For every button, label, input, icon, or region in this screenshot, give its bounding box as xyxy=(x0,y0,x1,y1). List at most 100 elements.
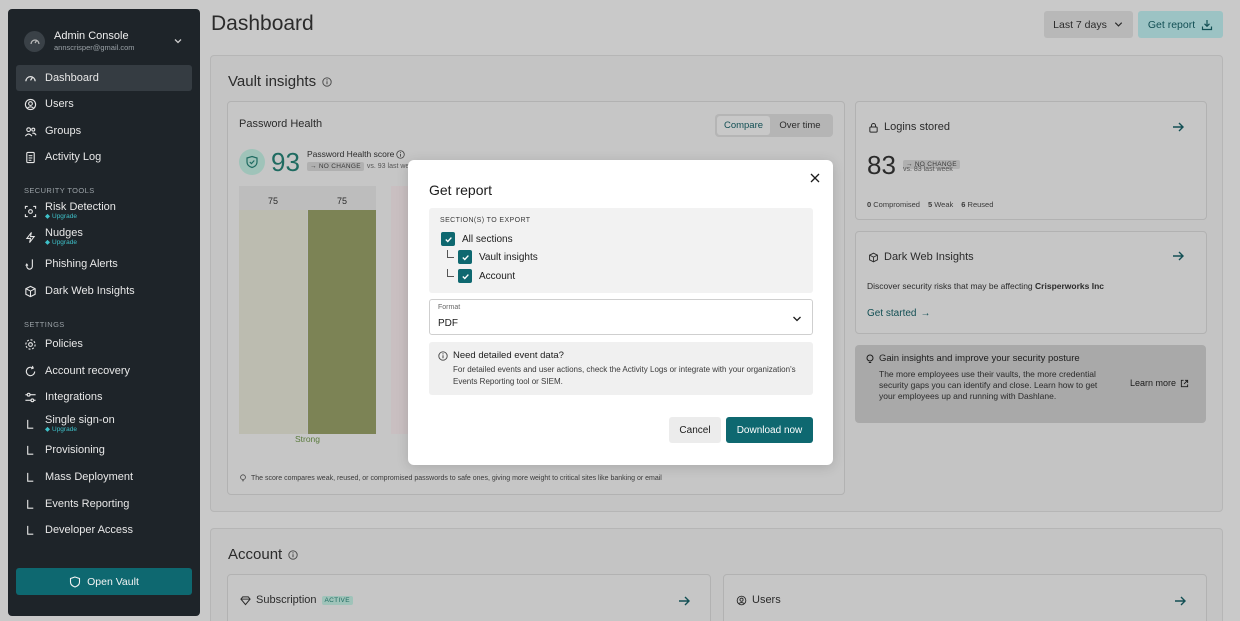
users-card[interactable]: Users xyxy=(723,574,1207,621)
sidebar-item-integrations[interactable]: Integrations xyxy=(16,384,192,410)
check-icon xyxy=(444,236,452,242)
subscription-card[interactable]: Subscription ACTIVE xyxy=(227,574,711,621)
info-icon[interactable] xyxy=(396,149,406,159)
sidebar-item-label: Phishing Alerts xyxy=(45,258,118,270)
subscription-label: Subscription xyxy=(256,594,317,606)
learn-more-link[interactable]: Learn more xyxy=(1130,378,1189,388)
sidebar-item-users[interactable]: Users xyxy=(16,91,192,117)
sidebar-item-groups[interactable]: Groups xyxy=(16,118,192,144)
sidebar-item-account-recovery[interactable]: Account recovery xyxy=(16,358,192,384)
dialog-title: Get report xyxy=(429,182,493,198)
weak-count: 5 xyxy=(927,200,933,209)
bar-category-label: Strong xyxy=(294,434,321,444)
account-title-text: Account xyxy=(228,546,283,563)
password-health-footnote: The score compares weak, reused, or comp… xyxy=(239,474,662,482)
sidebar-item-mass-deployment[interactable]: Mass Deployment xyxy=(16,464,192,490)
date-range-label: Last 7 days xyxy=(1053,18,1107,31)
settings-heading: SETTINGS xyxy=(24,320,65,329)
reused-count: 6 xyxy=(961,200,966,209)
sidebar-item-policies[interactable]: Policies xyxy=(16,331,192,357)
arrow-right-icon[interactable] xyxy=(1173,594,1187,608)
sidebar: Admin Console annscrisper@gmail.com Dash… xyxy=(8,9,200,616)
sidebar-item-nudges[interactable]: Nudges ◆ Upgrade xyxy=(16,224,192,250)
upgrade-badge[interactable]: ◆ Upgrade xyxy=(45,213,116,221)
users-title: Users xyxy=(736,594,781,606)
compromised-stat: 0 Compromised xyxy=(867,200,920,209)
sidebar-item-dark-web-insights[interactable]: Dark Web Insights xyxy=(16,278,192,304)
account-title: Account xyxy=(228,546,298,563)
account-email: annscrisper@gmail.com xyxy=(54,43,135,52)
cancel-button[interactable]: Cancel xyxy=(669,417,721,443)
diamond-icon: ◆ xyxy=(45,426,50,433)
vault-insights-checkbox[interactable] xyxy=(458,250,472,264)
get-report-button[interactable]: Get report xyxy=(1138,11,1223,38)
company-name: Crisperworks Inc xyxy=(1035,281,1105,291)
dark-web-insights-card[interactable]: Dark Web Insights Discover security risk… xyxy=(855,231,1207,334)
web-cube-icon xyxy=(869,252,878,262)
vault-insights-checkbox-row[interactable]: Vault insights xyxy=(458,250,538,264)
sidebar-item-developer-access[interactable]: Developer Access xyxy=(16,517,192,543)
sidebar-item-label: Dark Web Insights xyxy=(45,285,135,297)
account-panel: Account Subscription ACTIVE Users xyxy=(210,528,1223,621)
all-sections-label: All sections xyxy=(462,233,513,245)
weak-label: Weak xyxy=(934,200,954,209)
all-sections-checkbox-row[interactable]: All sections xyxy=(441,232,513,246)
sidebar-item-provisioning[interactable]: Provisioning xyxy=(16,437,192,463)
sidebar-item-risk-detection[interactable]: Risk Detection ◆ Upgrade xyxy=(16,198,192,224)
shield-icon xyxy=(70,575,81,588)
open-vault-button[interactable]: Open Vault xyxy=(16,568,192,595)
sliders-icon xyxy=(25,392,36,402)
close-icon[interactable] xyxy=(808,171,822,185)
upgrade-badge[interactable]: ◆ Upgrade xyxy=(45,239,83,247)
web-cube-icon xyxy=(25,285,36,297)
account-checkbox-row[interactable]: Account xyxy=(458,269,515,283)
get-started-label: Get started xyxy=(867,308,917,319)
diamond-icon: ◆ xyxy=(45,239,50,246)
chevron-down-icon[interactable] xyxy=(172,35,184,47)
sidebar-item-activity-log[interactable]: Activity Log xyxy=(16,144,192,170)
download-now-button[interactable]: Download now xyxy=(726,417,813,443)
account-switcher[interactable]: Admin Console annscrisper@gmail.com xyxy=(24,23,184,59)
learn-more-label: Learn more xyxy=(1130,378,1177,388)
toggle-compare[interactable]: Compare xyxy=(717,116,770,135)
format-select[interactable]: Format PDF xyxy=(429,299,813,335)
check-icon xyxy=(461,273,469,279)
arrow-right-icon[interactable] xyxy=(1171,120,1185,134)
active-badge: ACTIVE xyxy=(321,595,353,605)
get-started-link[interactable]: Get started → xyxy=(867,308,930,319)
sidebar-item-dashboard[interactable]: Dashboard xyxy=(16,65,192,91)
date-range-select[interactable]: Last 7 days xyxy=(1044,11,1133,38)
sidebar-item-phishing-alerts[interactable]: Phishing Alerts xyxy=(16,251,192,277)
sidebar-item-events-reporting[interactable]: Events Reporting xyxy=(16,491,192,517)
logins-vs: vs. 83 last week xyxy=(903,166,953,173)
arrow-right-icon[interactable] xyxy=(1171,249,1185,263)
users-label: Users xyxy=(752,594,781,606)
no-change-text: NO CHANGE xyxy=(318,163,361,170)
diamond-icon: ◆ xyxy=(45,213,50,220)
toggle-over-time[interactable]: Over time xyxy=(770,116,830,135)
sidebar-item-label: Provisioning xyxy=(45,444,105,456)
account-checkbox[interactable] xyxy=(458,269,472,283)
password-health-score: 93 xyxy=(271,147,300,177)
logins-stored-card[interactable]: Logins stored 83 → NO CHANGE vs. 83 last … xyxy=(855,101,1207,220)
gauge-icon xyxy=(25,75,36,81)
all-sections-checkbox[interactable] xyxy=(441,232,455,246)
tip-body: The more employees use their vaults, the… xyxy=(879,369,1098,401)
bar-current xyxy=(308,210,376,434)
sidebar-item-single-sign-on[interactable]: Single sign-on ◆ Upgrade xyxy=(16,411,192,437)
tip-title-text: Gain insights and improve your security … xyxy=(879,353,1080,364)
info-icon[interactable] xyxy=(288,549,298,560)
upgrade-badge[interactable]: ◆ Upgrade xyxy=(45,426,115,434)
arrow-right-icon[interactable] xyxy=(677,594,691,608)
lightning-icon xyxy=(25,231,36,243)
user-circle-icon xyxy=(736,595,747,605)
sidebar-item-label: Nudges xyxy=(45,227,83,239)
info-icon[interactable] xyxy=(322,76,332,87)
fishhook-icon xyxy=(25,258,33,270)
password-health-title: Password Health xyxy=(239,118,323,130)
sidebar-item-label: Events Reporting xyxy=(45,498,130,510)
event-data-info: Need detailed event data? For detailed e… xyxy=(429,342,813,395)
score-label-text: Password Health score xyxy=(307,149,395,159)
tree-connector xyxy=(447,269,454,277)
format-value: PDF xyxy=(438,318,458,329)
